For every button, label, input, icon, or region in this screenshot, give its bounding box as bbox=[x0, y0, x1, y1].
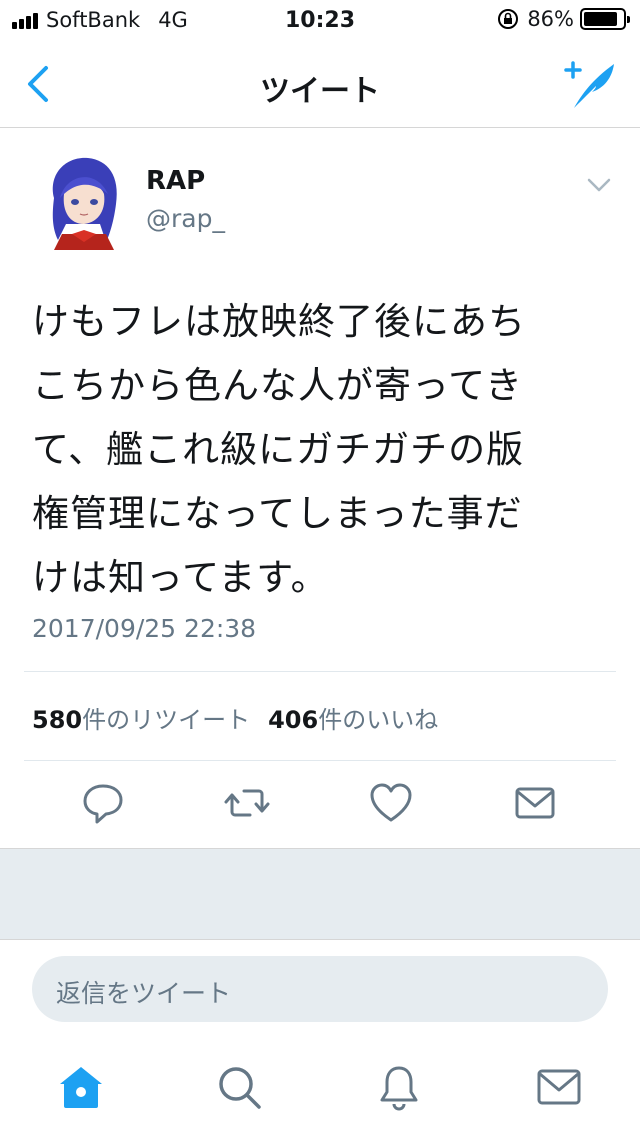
retweet-icon[interactable] bbox=[222, 778, 272, 828]
compose-tweet-icon[interactable] bbox=[562, 58, 618, 114]
like-label: 件のいいね bbox=[318, 706, 439, 734]
reply-input[interactable]: 返信をツイート bbox=[32, 956, 608, 1022]
separator-band bbox=[0, 848, 640, 940]
tweet-text-line: 権管理になってしまった事だ bbox=[32, 492, 523, 535]
status-bar: SoftBank 4G 10:23 86% bbox=[0, 0, 640, 40]
notifications-icon[interactable] bbox=[374, 1062, 424, 1112]
tweet-text-line: けもフレは放映終了後にあち bbox=[32, 300, 526, 343]
tab-bar bbox=[0, 1040, 640, 1136]
chevron-down-icon[interactable] bbox=[586, 176, 612, 194]
status-right: 86% bbox=[497, 7, 630, 31]
home-icon[interactable] bbox=[56, 1062, 106, 1112]
reply-placeholder: 返信をツイート bbox=[56, 979, 232, 1008]
avatar[interactable] bbox=[44, 154, 122, 250]
tweet-stats: 580件のリツイート 406件のいいね bbox=[32, 700, 456, 735]
page-title: ツイート bbox=[260, 74, 380, 109]
tweet-timestamp: 2017/09/25 22:38 bbox=[32, 614, 257, 643]
divider bbox=[24, 760, 616, 761]
nav-bar: ツイート bbox=[0, 40, 640, 128]
retweet-label: 件のリツイート bbox=[82, 706, 251, 734]
retweet-stat[interactable]: 580件のリツイート bbox=[32, 700, 250, 735]
tweet-text: けもフレは放映終了後にあち こちから色んな人が寄ってき て、艦これ級にガチガチの… bbox=[32, 290, 608, 610]
tweet-text-line: けは知ってます。 bbox=[32, 556, 329, 599]
battery-fill bbox=[584, 12, 617, 26]
divider bbox=[24, 671, 616, 672]
battery-icon bbox=[580, 8, 630, 30]
tweet-actions bbox=[0, 778, 640, 832]
like-icon[interactable] bbox=[366, 778, 416, 828]
tweet-text-line: て、艦これ級にガチガチの版 bbox=[32, 428, 525, 471]
author-handle[interactable]: @rap_ bbox=[146, 204, 225, 233]
like-stat[interactable]: 406件のいいね bbox=[268, 700, 438, 735]
messages-icon[interactable] bbox=[534, 1062, 584, 1112]
reply-icon[interactable] bbox=[78, 778, 128, 828]
author-name[interactable]: RAP bbox=[146, 166, 205, 196]
search-icon[interactable] bbox=[214, 1062, 264, 1112]
share-dm-icon[interactable] bbox=[510, 778, 560, 828]
retweet-count: 580 bbox=[32, 706, 83, 734]
like-count: 406 bbox=[268, 706, 319, 734]
tweet-text-line: こちから色んな人が寄ってき bbox=[32, 364, 524, 407]
battery-percent: 86% bbox=[527, 7, 574, 31]
rotation-lock-icon bbox=[498, 9, 519, 29]
